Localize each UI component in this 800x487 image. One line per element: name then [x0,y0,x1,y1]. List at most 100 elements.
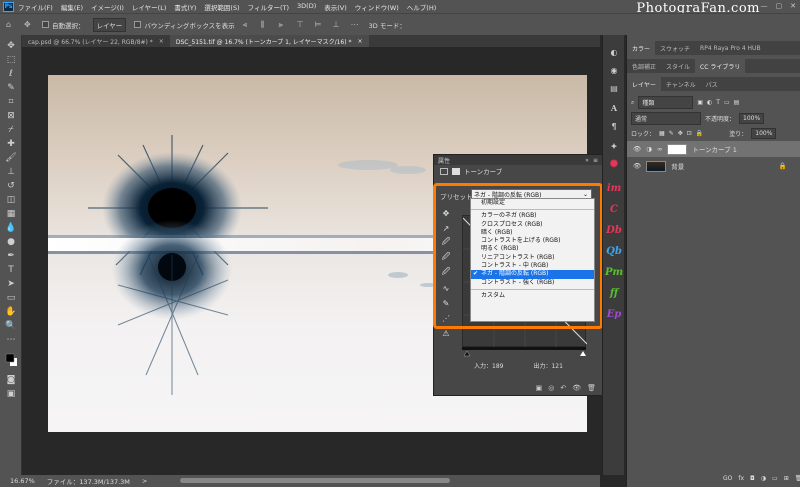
filter-pixel-icon[interactable]: ▣ [697,99,703,106]
auto-select-option[interactable]: 自動選択： [42,20,85,30]
opacity-input[interactable]: 100% [739,113,765,124]
screen-mode-icon[interactable]: ▣ [5,389,17,399]
photoshop-logo-icon[interactable]: Ps [3,1,14,12]
tab-color[interactable]: カラー [627,41,656,55]
plugin-0-button[interactable]: im [607,181,621,195]
layer-row-curves[interactable]: 👁 ◑ ∞ トーンカーブ 1 [627,141,800,157]
plugin-2-button[interactable]: Db [606,223,622,237]
hand-tool-icon[interactable]: ✋ [5,307,17,317]
reset-icon[interactable]: ↶ [560,384,566,392]
filter-shape-icon[interactable]: ▭ [724,99,730,106]
filter-kind-select[interactable]: 種類 [638,96,694,109]
brush-tool-icon[interactable]: 🖌 [5,153,17,163]
fx-icon[interactable]: fx [738,475,744,482]
layer-thumbnail[interactable] [646,160,667,172]
align-right-icon[interactable]: ⫸ [279,20,289,29]
lock-paint-icon[interactable]: ✎ [669,130,674,137]
link-layers-icon[interactable]: GO [723,475,732,482]
maximize-button[interactable]: ▢ [776,2,783,10]
new-group-icon[interactable]: ▭ [772,475,778,482]
lock-move-icon[interactable]: ✥ [678,130,683,137]
lock-artboard-icon[interactable]: ⊡ [687,130,692,137]
color-panel-icon[interactable]: ◐ [607,45,621,59]
layer-name[interactable]: トーンカーブ 1 [692,144,737,154]
close-icon[interactable]: × [357,38,362,45]
crop-tool-icon[interactable]: ⌗ [5,97,17,107]
distribute-icon[interactable]: ⋯ [351,20,361,29]
tab-cc-libraries[interactable]: CC ライブラリ [695,59,746,73]
tab-cap-psd[interactable]: cap.psd @ 66.7% (レイヤー 22, RGB/8#) * × [22,35,170,47]
path-select-tool-icon[interactable]: ➤ [5,279,17,289]
filter-smart-icon[interactable]: ▤ [734,99,740,106]
delete-icon[interactable]: 🗑 [587,384,596,392]
dodge-tool-icon[interactable]: ● [5,237,17,247]
quick-select-tool-icon[interactable]: ✎ [5,83,17,93]
visibility-icon[interactable]: 👁 [633,162,641,170]
plugin-1-button[interactable]: C [607,202,621,216]
character-panel-icon[interactable]: A [607,101,621,115]
add-mask-icon[interactable]: ◘ [750,475,755,482]
clip-to-layer-icon[interactable]: ▣ [536,384,543,392]
mask-icon[interactable] [452,167,460,175]
zoom-level[interactable]: 16.67% [10,477,35,485]
visibility-icon[interactable]: 👁 [572,384,581,392]
plugin-3-button[interactable]: Qb [606,244,622,258]
input-slider[interactable] [462,347,586,357]
fill-input[interactable]: 100% [751,128,777,139]
lock-all-icon[interactable]: 🔒 [696,130,703,137]
tab-paths[interactable]: パス [701,77,723,91]
collapse-icon[interactable]: » [585,157,589,164]
view-previous-icon[interactable]: ◎ [548,384,554,392]
pen-tool-icon[interactable]: ✒ [5,251,17,261]
status-menu-icon[interactable]: > [142,477,147,485]
plugin-4-button[interactable]: Pm [605,265,623,279]
menu-item[interactable]: ウィンドウ(W) [355,2,399,12]
eyedropper-tool-icon[interactable]: ⌿ [5,125,17,135]
tab-raya-pro[interactable]: RP4 Raya Pro 4 HUB [695,41,766,55]
gradient-tool-icon[interactable]: ▦ [5,209,17,219]
bbox-checkbox[interactable] [134,21,142,28]
tab-dsc-tif[interactable]: DSC_5151.tif @ 16.7% (トーンカーブ 1, レイヤーマスク/… [169,35,369,47]
layer-select-dropdown[interactable]: レイヤー [92,17,127,32]
new-layer-icon[interactable]: ⊞ [784,475,789,482]
menu-item[interactable]: フィルター(T) [248,2,289,12]
layer-mask-thumbnail[interactable] [667,143,688,155]
color-swatches-icon[interactable] [5,353,17,366]
plugin-6-button[interactable]: Ep [607,307,622,321]
type-tool-icon[interactable]: T [5,265,17,275]
tab-layers[interactable]: レイヤー [627,77,661,91]
close-button[interactable]: ✕ [790,2,796,10]
align-middle-icon[interactable]: ⊨ [315,20,325,29]
history-panel-icon[interactable]: ▤ [607,81,621,95]
align-center-icon[interactable]: ⫼ [261,20,271,29]
menu-item[interactable]: 選択範囲(S) [204,2,239,12]
filter-type-icon[interactable]: T [716,99,720,106]
bbox-option[interactable]: バウンディングボックスを表示 [134,20,235,30]
healing-brush-tool-icon[interactable]: ✚ [5,139,17,149]
move-tool-icon[interactable]: ✥ [24,20,34,29]
lock-pixels-icon[interactable]: ▦ [659,130,665,137]
blur-tool-icon[interactable]: 💧 [5,223,17,233]
home-icon[interactable]: ⌂ [6,20,16,29]
panel-menu-icon[interactable]: ≡ [593,157,598,164]
plugin-5-button[interactable]: ff [607,286,621,300]
horizontal-scrollbar[interactable] [180,478,450,483]
layer-name[interactable]: 背景 [671,161,684,171]
zoom-tool-icon[interactable]: 🔍 [5,321,17,331]
menu-item[interactable]: 3D(D) [297,2,316,12]
close-icon[interactable]: × [159,38,164,45]
menu-item[interactable]: 書式(Y) [174,2,196,12]
minimize-button[interactable]: — [761,2,768,10]
menu-item[interactable]: イメージ(I) [91,2,124,12]
delete-layer-icon[interactable]: 🗑 [795,475,800,482]
menu-item[interactable]: 編集(E) [61,2,83,12]
auto-select-checkbox[interactable] [42,21,49,28]
align-bottom-icon[interactable]: ⊥ [333,20,343,29]
layer-row-background[interactable]: 👁 背景 🔒 [627,158,800,174]
tab-adjustments[interactable]: 色調補正 [627,59,661,73]
filter-adjust-icon[interactable]: ◐ [707,99,712,106]
visibility-icon[interactable]: 👁 [633,145,641,153]
shape-tool-icon[interactable]: ▭ [5,293,17,303]
stamp-tool-icon[interactable]: ⊥ [5,167,17,177]
menu-item[interactable]: ヘルプ(H) [407,2,436,12]
